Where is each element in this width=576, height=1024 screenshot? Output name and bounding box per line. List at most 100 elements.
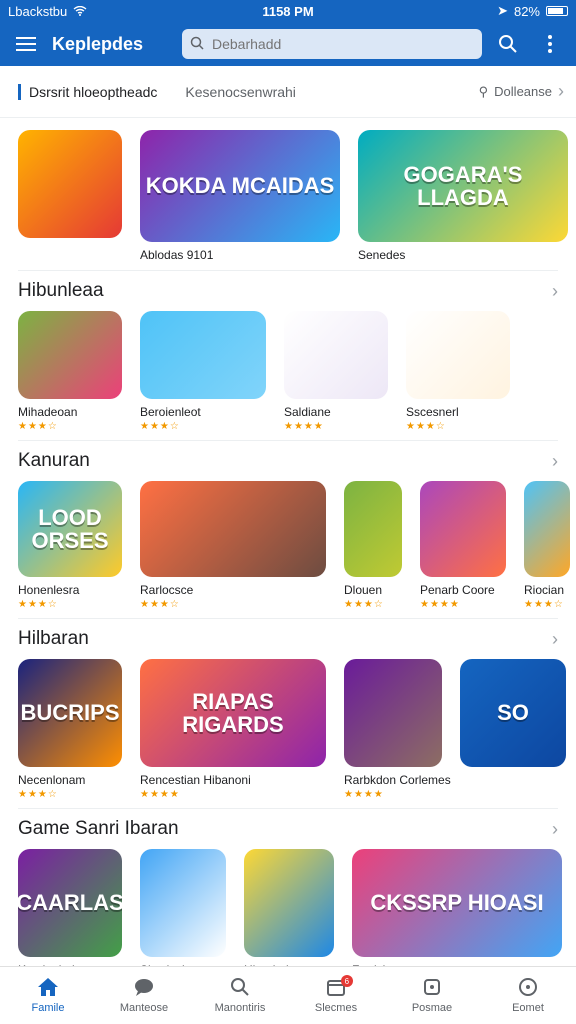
game-thumbnail[interactable] bbox=[140, 849, 226, 957]
nav-item-posmae[interactable]: Posmae bbox=[384, 967, 480, 1024]
game-card[interactable]: Dlouen ★★★☆ bbox=[344, 481, 402, 610]
game-card[interactable]: Hheobelran bbox=[244, 849, 334, 966]
game-thumbnail[interactable]: RIAPAS RIGARDS bbox=[140, 659, 326, 767]
game-card[interactable]: Rarlocsce ★★★☆ bbox=[140, 481, 326, 610]
filter-button[interactable]: ⚲ Dolleanse › bbox=[479, 81, 564, 102]
game-title: Dlouen bbox=[344, 583, 383, 597]
search-icon bbox=[190, 36, 204, 53]
game-card[interactable]: Sbccleck bbox=[140, 849, 226, 966]
game-title: Sscesnerl bbox=[406, 405, 459, 419]
game-thumbnail[interactable] bbox=[140, 311, 266, 399]
search-input[interactable] bbox=[212, 36, 474, 52]
thumbnail-art-text: CKSSRP HIOASI bbox=[370, 890, 544, 916]
game-thumbnail[interactable] bbox=[420, 481, 506, 577]
section-header[interactable]: Hibunleaa › bbox=[18, 271, 576, 311]
game-thumbnail[interactable]: BUCRIPS bbox=[18, 659, 122, 767]
game-section: Game Sanri Ibaran › CAARLASKaptienbakSbccl… bbox=[0, 808, 576, 966]
game-card[interactable]: Penarb Coore ★★★★ bbox=[420, 481, 506, 610]
game-title: Rencestian Hibanoni bbox=[140, 773, 251, 787]
game-thumbnail[interactable]: SO bbox=[460, 659, 566, 767]
game-thumbnail[interactable]: CAARLAS bbox=[18, 849, 122, 957]
filter-label: Dolleanse bbox=[494, 84, 552, 99]
rating-stars: ★★★★ bbox=[344, 789, 384, 800]
rating-stars: ★★★☆ bbox=[344, 599, 384, 610]
game-title: Rarbkdon Corlemes bbox=[344, 773, 451, 787]
game-card[interactable]: Riocian ★★★☆ bbox=[524, 481, 570, 610]
section-title: Hilbaran bbox=[18, 628, 89, 649]
game-thumbnail[interactable] bbox=[406, 311, 510, 399]
game-title: Necenlonam bbox=[18, 773, 86, 787]
location-icon: ➤ bbox=[497, 3, 508, 18]
game-card[interactable] bbox=[18, 130, 122, 262]
game-title: Saldiane bbox=[284, 405, 331, 419]
rating-stars: ★★★☆ bbox=[140, 421, 180, 432]
game-section: Hilbaran › BUCRIPS Necenlonam ★★★☆ RIAPAS RIG… bbox=[0, 618, 576, 800]
nav-item-manontiris[interactable]: Manontiris bbox=[192, 967, 288, 1024]
nav-label: Manontiris bbox=[214, 1002, 266, 1014]
section-header[interactable]: Kanuran › bbox=[18, 441, 576, 481]
section-header[interactable]: Game Sanri Ibaran › bbox=[18, 809, 576, 849]
game-card[interactable]: BUCRIPS Necenlonam ★★★☆ bbox=[18, 659, 122, 800]
battery-icon bbox=[546, 6, 568, 16]
game-thumbnail[interactable] bbox=[344, 481, 402, 577]
more-options-icon[interactable] bbox=[534, 28, 566, 60]
game-thumbnail[interactable]: CKSSRP HIOASI bbox=[352, 849, 562, 957]
tab-second[interactable]: Kesenocsenwrahi bbox=[185, 84, 296, 100]
rating-stars: ★★★☆ bbox=[524, 599, 564, 610]
game-card[interactable]: Saldiane ★★★★ bbox=[284, 311, 388, 432]
game-thumbnail[interactable] bbox=[140, 481, 326, 577]
game-card[interactable]: KOKDA MCAIDAS Ablodas 9101 bbox=[140, 130, 340, 262]
notification-badge: 6 bbox=[340, 975, 353, 987]
rating-stars: ★★★☆ bbox=[18, 789, 58, 800]
game-card[interactable]: GOGARA'S LLAGDA Senedes bbox=[358, 130, 568, 262]
game-thumbnail[interactable]: LOOD ORSES bbox=[18, 481, 122, 577]
chevron-right-icon[interactable]: › bbox=[552, 629, 558, 650]
thumbnail-art-text: KOKDA MCAIDAS bbox=[145, 173, 335, 199]
chevron-right-icon[interactable]: › bbox=[552, 451, 558, 472]
game-thumbnail[interactable]: KOKDA MCAIDAS bbox=[140, 130, 340, 242]
game-thumbnail[interactable] bbox=[18, 130, 122, 238]
nav-item-famile[interactable]: Famile bbox=[0, 967, 96, 1024]
game-card[interactable]: CAARLASKaptienbak bbox=[18, 849, 122, 966]
thumbnail-art-text: GOGARA'S LLAGDA bbox=[403, 161, 523, 210]
nav-item-manteose[interactable]: Manteose bbox=[96, 967, 192, 1024]
wifi-icon bbox=[73, 4, 87, 19]
thumbnail-art-text: SO bbox=[497, 700, 529, 726]
game-card[interactable]: RIAPAS RIGARDS Rencestian Hibanoni ★★★★ bbox=[140, 659, 326, 800]
chevron-right-icon[interactable]: › bbox=[552, 281, 558, 302]
tab-active[interactable]: Dsrsrit hloeoptheadc bbox=[18, 83, 157, 100]
nav-item-slecmes[interactable]: 6 Slecmes bbox=[288, 967, 384, 1024]
game-title: Senedes bbox=[358, 248, 406, 262]
rating-stars: ★★★☆ bbox=[140, 599, 180, 610]
bottom-nav: Famile Manteose Manontiris 6 Slecmes Posmae Eo… bbox=[0, 966, 576, 1024]
game-row: BUCRIPS Necenlonam ★★★☆ RIAPAS RIGARDS Rence… bbox=[18, 659, 576, 800]
game-card[interactable]: LOOD ORSES Honenlesra ★★★☆ bbox=[18, 481, 122, 610]
rating-stars: ★★★☆ bbox=[406, 421, 446, 432]
game-thumbnail[interactable] bbox=[284, 311, 388, 399]
section-header[interactable]: Hilbaran › bbox=[18, 619, 576, 659]
rating-stars: ★★★☆ bbox=[18, 421, 58, 432]
menu-icon[interactable] bbox=[10, 28, 42, 60]
game-thumbnail[interactable] bbox=[344, 659, 442, 767]
game-thumbnail[interactable] bbox=[18, 311, 122, 399]
search-button[interactable] bbox=[492, 28, 524, 60]
game-thumbnail[interactable]: GOGARA'S LLAGDA bbox=[358, 130, 568, 242]
game-card[interactable]: CKSSRP HIOASIFordcla bbox=[352, 849, 562, 966]
chevron-right-icon[interactable]: › bbox=[552, 819, 558, 840]
game-card[interactable]: Sscesnerl ★★★☆ bbox=[406, 311, 510, 432]
featured-row: KOKDA MCAIDAS Ablodas 9101 GOGARA'S LLAGDA… bbox=[18, 130, 576, 262]
featured-section: KOKDA MCAIDAS Ablodas 9101 GOGARA'S LLAGDA… bbox=[0, 130, 576, 262]
game-thumbnail[interactable] bbox=[524, 481, 570, 577]
game-thumbnail[interactable] bbox=[244, 849, 334, 957]
game-card[interactable]: Mihadeoan ★★★☆ bbox=[18, 311, 122, 432]
nav-item-eomet[interactable]: Eomet bbox=[480, 967, 576, 1024]
game-card[interactable]: Rarbkdon Corlemes ★★★★ bbox=[344, 659, 451, 800]
battery-percent: 82% bbox=[513, 3, 540, 19]
section-title: Hibunleaa bbox=[18, 280, 104, 301]
rating-stars: ★★★☆ bbox=[18, 599, 58, 610]
game-card[interactable]: Beroienleot ★★★☆ bbox=[140, 311, 266, 432]
game-card[interactable]: SO bbox=[460, 659, 566, 800]
main-content[interactable]: Dsrsrit hloeoptheadc Kesenocsenwrahi ⚲ D… bbox=[0, 66, 576, 966]
search-box[interactable] bbox=[182, 29, 482, 59]
thumbnail-art-text: LOOD ORSES bbox=[31, 504, 109, 553]
